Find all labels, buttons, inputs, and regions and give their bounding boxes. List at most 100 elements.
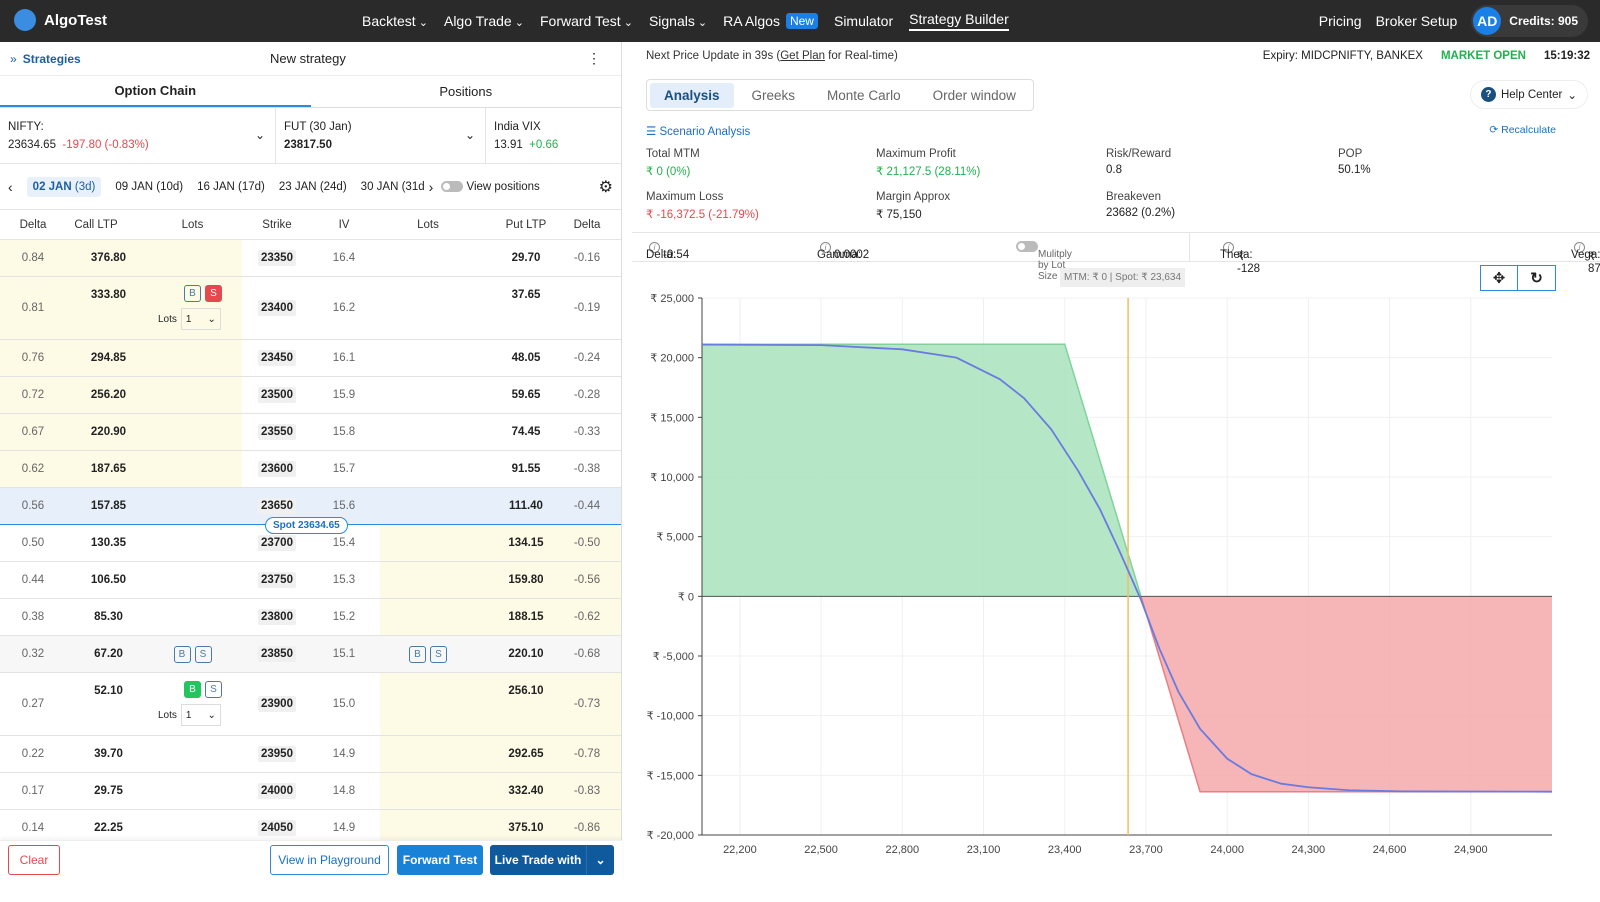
clear-button[interactable]: Clear [8,845,60,875]
nav-forward-test[interactable]: Forward Test [540,13,633,29]
call-ltp[interactable]: 187.65 [66,451,151,487]
chevrons-right-icon[interactable]: » [10,52,17,66]
lots-select[interactable]: 1 ⌄ [180,308,221,330]
tab-positions[interactable]: Positions [311,76,622,107]
expiry-tab[interactable]: 23 JAN (24d) [279,181,347,193]
strike-price: 24000 [258,783,296,799]
call-ltp[interactable]: 52.10 [66,673,151,735]
table-row[interactable]: 0.81 333.80 23400 16.2 37.65 -0.19 B S Lots 1 ⌄ [0,277,621,340]
call-ltp[interactable]: 333.80 [66,277,151,339]
toggle-switch[interactable] [441,180,464,192]
call-delta: 0.56 [21,500,45,512]
strategy-title[interactable]: New strategy [270,51,346,66]
table-row[interactable]: 0.22 39.70 23950 14.9 292.65 -0.78 [0,736,621,773]
live-trade-button[interactable]: Live Trade with [490,845,586,875]
expiry-tab[interactable]: 16 JAN (17d) [197,181,265,193]
fut-selector[interactable]: FUT (30 Jan) 23817.50 ⌄ [276,108,486,163]
put-delta: -0.50 [573,537,601,549]
lots-select[interactable]: 1 ⌄ [180,704,221,726]
sell-call-button[interactable]: S [205,285,222,302]
table-row[interactable]: 0.72 256.20 23500 15.9 59.65 -0.28 [0,377,621,414]
buy-call-button[interactable]: B [184,681,201,698]
buy-call-button[interactable]: B [184,285,201,302]
tab-monte-carlo[interactable]: Monte Carlo [813,83,915,108]
call-ltp[interactable]: 220.90 [66,414,151,450]
strategies-link[interactable]: Strategies [23,52,81,66]
nav-ra-algos[interactable]: RA Algos [723,13,780,29]
sell-put-button[interactable]: S [430,645,447,663]
logo-icon [14,9,36,31]
nav-backtest[interactable]: Backtest [362,13,428,29]
call-delta: 0.76 [21,352,45,364]
table-row[interactable]: 0.17 29.75 24000 14.8 332.40 -0.83 [0,773,621,810]
view-in-playground-button[interactable]: View in Playground [270,845,389,875]
call-ltp[interactable]: 157.85 [66,488,151,524]
call-ltp[interactable]: 130.35 [66,525,151,561]
column-header: Lots [181,218,204,231]
table-row[interactable]: 0.56 157.85 23650 15.6 111.40 -0.44 Spot 23634… [0,488,621,534]
call-ltp[interactable]: 85.30 [66,599,151,635]
call-ltp[interactable]: 22.25 [66,810,151,840]
view-positions-toggle[interactable]: View positions [441,181,540,193]
avatar[interactable]: AD [1473,7,1502,35]
multiply-lot-toggle[interactable]: Mulitply by Lot Size [1016,241,1072,282]
recalculate-button[interactable]: ⟳ Recalculate [1489,124,1556,136]
table-row[interactable]: 0.76 294.85 23450 16.1 48.05 -0.24 [0,340,621,377]
call-ltp[interactable]: 29.75 [66,773,151,809]
nav-signals[interactable]: Signals [649,13,707,29]
brand-logo[interactable]: AlgoTest [14,9,107,31]
tab-order-window[interactable]: Order window [919,83,1030,108]
y-tick-label: ₹ 15,000 [650,412,694,424]
table-row[interactable]: 0.27 52.10 23900 15.0 256.10 -0.73 B S Lots 1 ⌄ [0,673,621,736]
table-row[interactable]: 0.84 376.80 23350 16.4 29.70 -0.16 [0,240,621,277]
nifty-selector[interactable]: NIFTY: 23634.65 -197.80 (-0.83%) ⌄ [0,108,276,163]
expiry-tab[interactable]: 09 JAN (10d) [115,181,183,193]
live-trade-dropdown-icon[interactable]: ⌄ [586,845,614,875]
nav-broker-setup[interactable]: Broker Setup [1376,13,1458,29]
call-delta: 0.67 [21,426,45,438]
buy-call-button[interactable]: B [173,645,191,663]
call-ltp[interactable]: 106.50 [66,562,151,598]
expiry-tab[interactable]: 30 JAN (31d [361,181,425,193]
greeks-bar: Delta: i -0.54 Gamma: i 0.0002 Mulitply by L… [632,232,1600,282]
nav-pricing[interactable]: Pricing [1319,13,1362,29]
more-options-icon[interactable]: ⋮ [587,50,601,67]
tab-greeks[interactable]: Greeks [738,83,810,108]
call-ltp[interactable]: 39.70 [66,736,151,772]
call-ltp[interactable]: 256.20 [66,377,151,413]
payoff-chart[interactable]: 22,200 22,500 22,800 23,100 23,400 23,700 24,0… [632,262,1600,882]
credits-pill[interactable]: AD Credits: 905 [1471,5,1588,37]
next-expiry-icon[interactable]: › [429,179,434,195]
nav-algo-trade[interactable]: Algo Trade [444,13,524,29]
sell-call-button[interactable]: S [194,645,212,663]
help-center-button[interactable]: ? Help Center ⌄ [1469,80,1588,109]
price-update-note: Next Price Update in 39s (Get Plan for R… [646,50,898,62]
toggle-switch[interactable] [1016,241,1038,252]
table-row[interactable]: 0.62 187.65 23600 15.7 91.55 -0.38 [0,451,621,488]
tab-option-chain[interactable]: Option Chain [0,76,311,107]
put-delta: -0.16 [573,252,601,264]
call-ltp[interactable]: 67.20 [66,636,151,672]
scenario-analysis-button[interactable]: ☰ Scenario Analysis [646,124,750,138]
get-plan-link[interactable]: Get Plan [780,50,825,62]
prev-expiry-icon[interactable]: ‹ [8,179,13,195]
y-tick-label: ₹ 25,000 [650,293,694,305]
call-ltp[interactable]: 376.80 [66,240,151,276]
nav-strategy-builder[interactable]: Strategy Builder [909,11,1009,31]
settings-icon[interactable]: ⚙ [599,177,613,197]
x-tick-label: 22,200 [723,844,757,856]
nav-simulator[interactable]: Simulator [834,13,893,29]
expiry-tab[interactable]: 02 JAN (3d) [26,176,102,197]
call-ltp[interactable]: 294.85 [66,340,151,376]
table-row[interactable]: 0.67 220.90 23550 15.8 74.45 -0.33 [0,414,621,451]
table-row[interactable]: 0.14 22.25 24050 14.9 375.10 -0.86 [0,810,621,840]
table-row[interactable]: 0.38 85.30 23800 15.2 188.15 -0.62 [0,599,621,636]
sell-call-button[interactable]: S [205,681,222,698]
table-row[interactable]: 0.44 106.50 23750 15.3 159.80 -0.56 [0,562,621,599]
x-tick-label: 24,300 [1292,844,1326,856]
table-row[interactable]: 0.32 67.20 23850 15.1 220.10 -0.68 B S B S [0,636,621,673]
tab-analysis[interactable]: Analysis [650,82,734,108]
put-delta: -0.73 [573,698,601,710]
forward-test-button[interactable]: Forward Test [397,845,483,875]
buy-put-button[interactable]: B [409,645,426,663]
